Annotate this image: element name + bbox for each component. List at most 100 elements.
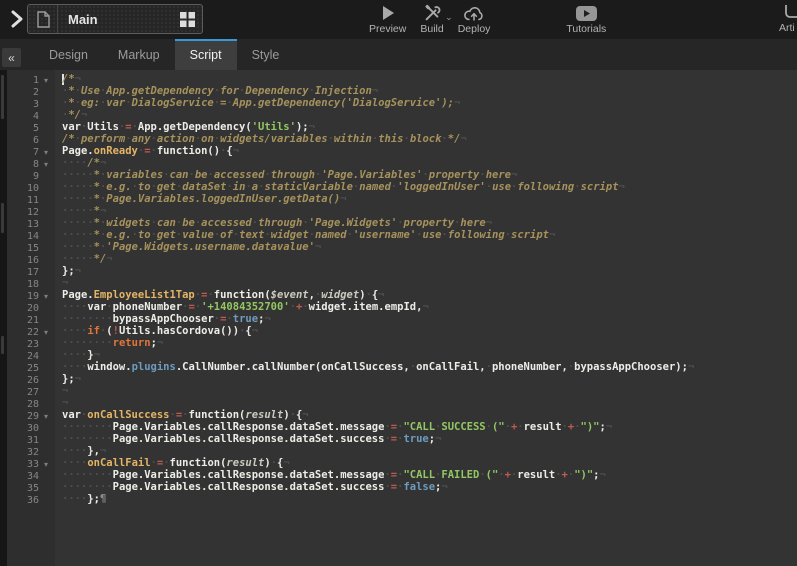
space-invisible: · <box>435 421 441 433</box>
code-line[interactable]: ····if·(!Utils.hasCordova())·{¬ <box>62 325 797 337</box>
code-line[interactable]: ········Page.Variables.callResponse.data… <box>62 469 797 481</box>
code-line[interactable]: ····},¬ <box>62 445 797 457</box>
gutter-cell: 9 <box>7 169 55 181</box>
eol-invisible: ¬ <box>340 193 346 205</box>
tab-markup[interactable]: Markup <box>103 39 175 70</box>
code-line[interactable]: ¬ <box>62 277 797 289</box>
eol-invisible: ¬ <box>62 385 68 397</box>
code-line[interactable]: /*¬ <box>62 73 797 85</box>
space-invisible: · <box>252 217 258 229</box>
code-line[interactable]: ¬ <box>62 385 797 397</box>
code-line[interactable]: ····};¶ <box>62 493 797 505</box>
code-token: )·{ <box>359 289 378 301</box>
code-token: ·····*·e.g.·to·get·dataSet·in·a·staticVa… <box>62 181 619 193</box>
code-line[interactable]: Page.EmployeeList1Tap·=·function($event,… <box>62 289 797 301</box>
code-line[interactable]: ····onCallFail·=·function(result)·{¬ <box>62 457 797 469</box>
top-bar: Main Preview <box>0 0 797 39</box>
code-line[interactable]: ·*/¬ <box>62 109 797 121</box>
space-invisible: · <box>226 181 232 193</box>
space-invisible: · <box>486 421 492 433</box>
space-invisible: · <box>87 229 93 241</box>
space-invisible: · <box>62 109 68 121</box>
code-line[interactable]: ········Page.Variables.callResponse.data… <box>62 421 797 433</box>
code-line[interactable]: ····/*¬ <box>62 157 797 169</box>
preview-button[interactable]: Preview <box>362 0 413 35</box>
space-invisible: · <box>220 145 226 157</box>
eol-invisible: ¬ <box>606 421 612 433</box>
code-token: var· <box>62 409 87 421</box>
code-line[interactable]: var·onCallSuccess·=·function(result)·{¬ <box>62 409 797 421</box>
code-token: ,· <box>309 289 322 301</box>
code-line[interactable]: };¬ <box>62 373 797 385</box>
gutter-cell: 30 <box>7 421 55 433</box>
code-line[interactable]: ····window.plugins.CallNumber.callNumber… <box>62 361 797 373</box>
space-invisible: · <box>100 97 106 109</box>
space-invisible: · <box>214 97 220 109</box>
tab-design[interactable]: Design <box>34 39 103 70</box>
code-line[interactable]: ········bypassAppChooser·=·true;¬ <box>62 313 797 325</box>
gutter-cell: 17 <box>7 265 55 277</box>
space-invisible: · <box>87 241 93 253</box>
code-line[interactable]: /*·perform·any·action·on·widgets/variabl… <box>62 133 797 145</box>
eol-invisible: ¬ <box>619 181 625 193</box>
code-line[interactable]: ········return;¬ <box>62 337 797 349</box>
code-line[interactable]: ····var·phoneNumber·=·'+14084352700'·+·w… <box>62 301 797 313</box>
code-token: ········ <box>62 337 113 349</box>
tutorials-video-icon <box>576 4 597 22</box>
tabs: Design Markup Script Style <box>34 39 294 70</box>
collapse-left-panel-button[interactable]: « <box>2 48 21 67</box>
space-invisible: · <box>87 169 93 181</box>
code-line[interactable]: ·····*·e.g.·to·get·dataSet·in·a·staticVa… <box>62 181 797 193</box>
space-invisible: · <box>315 169 321 181</box>
space-invisible: · <box>163 169 169 181</box>
space-invisible: · <box>264 169 270 181</box>
code-line[interactable]: ¬ <box>62 397 797 409</box>
eol-invisible: ¬ <box>600 469 606 481</box>
code-token: }; <box>62 265 75 277</box>
gutter-cell: 3 <box>7 97 55 109</box>
build-button[interactable]: Build ⌄ <box>413 0 450 35</box>
space-invisible: · <box>62 85 68 97</box>
gutter-cell: 23 <box>7 337 55 349</box>
eol-invisible: ¬ <box>441 481 447 493</box>
code-line[interactable]: Page.onReady·=·function()·{¬ <box>62 145 797 157</box>
space-invisible: · <box>486 361 492 373</box>
editor-code-area[interactable]: /*¬·*·Use·App.getDependency·for·Dependen… <box>55 70 797 566</box>
eol-invisible: ¬ <box>315 241 321 253</box>
tab-script[interactable]: Script <box>175 39 237 70</box>
space-invisible: · <box>106 421 112 433</box>
code-token: Utils.hasCordova())·{ <box>119 325 252 337</box>
page-selector[interactable]: Main <box>27 4 203 34</box>
code-line[interactable]: ·····*·Page.Variables.loggedInUser.getDa… <box>62 193 797 205</box>
tutorials-button[interactable]: Tutorials <box>559 0 613 35</box>
tab-bar: « Design Markup Script Style <box>0 39 797 70</box>
code-line[interactable]: };¬ <box>62 265 797 277</box>
space-invisible: · <box>81 445 87 457</box>
expand-nav-icon[interactable] <box>8 9 26 29</box>
code-line[interactable]: ·····*·e.g.·to·get·value·of·text·widget·… <box>62 229 797 241</box>
code-token: ····} <box>62 349 94 361</box>
code-token: ····}, <box>62 445 100 457</box>
space-invisible: · <box>75 133 81 145</box>
code-line[interactable]: ····}¬ <box>62 349 797 361</box>
gutter-cell: 19▾ <box>7 289 55 301</box>
code-line[interactable]: ········Page.Variables.callResponse.data… <box>62 433 797 445</box>
space-invisible: · <box>125 133 131 145</box>
code-line[interactable]: ·····*·'Page.Widgets.username.datavalue'… <box>62 241 797 253</box>
code-line[interactable]: var·Utils·=·App.getDependency('Utils');¬ <box>62 121 797 133</box>
tab-style[interactable]: Style <box>237 39 295 70</box>
code-line[interactable]: ·*·eg:·var·DialogService·=·App.getDepend… <box>62 97 797 109</box>
code-line[interactable]: ·····*/¬ <box>62 253 797 265</box>
code-line[interactable]: ········Page.Variables.callResponse.data… <box>62 481 797 493</box>
artifacts-button-partial[interactable]: Arti <box>779 4 797 34</box>
code-line[interactable]: ·*·Use·App.getDependency·for·Dependency·… <box>62 85 797 97</box>
code-token: ·widget.item.empId, <box>302 301 422 313</box>
collapsed-panel-strip[interactable] <box>0 70 7 566</box>
code-line[interactable]: ·····*·variables·can·be·accessed·through… <box>62 169 797 181</box>
code-line[interactable]: ·····*¬ <box>62 205 797 217</box>
deploy-button[interactable]: Deploy <box>451 0 498 35</box>
space-invisible: · <box>302 217 308 229</box>
gutter-cell: 20 <box>7 301 55 313</box>
code-line[interactable]: ·····*·widgets·can·be·accessed·through·'… <box>62 217 797 229</box>
page-grid-icon[interactable] <box>172 5 202 33</box>
